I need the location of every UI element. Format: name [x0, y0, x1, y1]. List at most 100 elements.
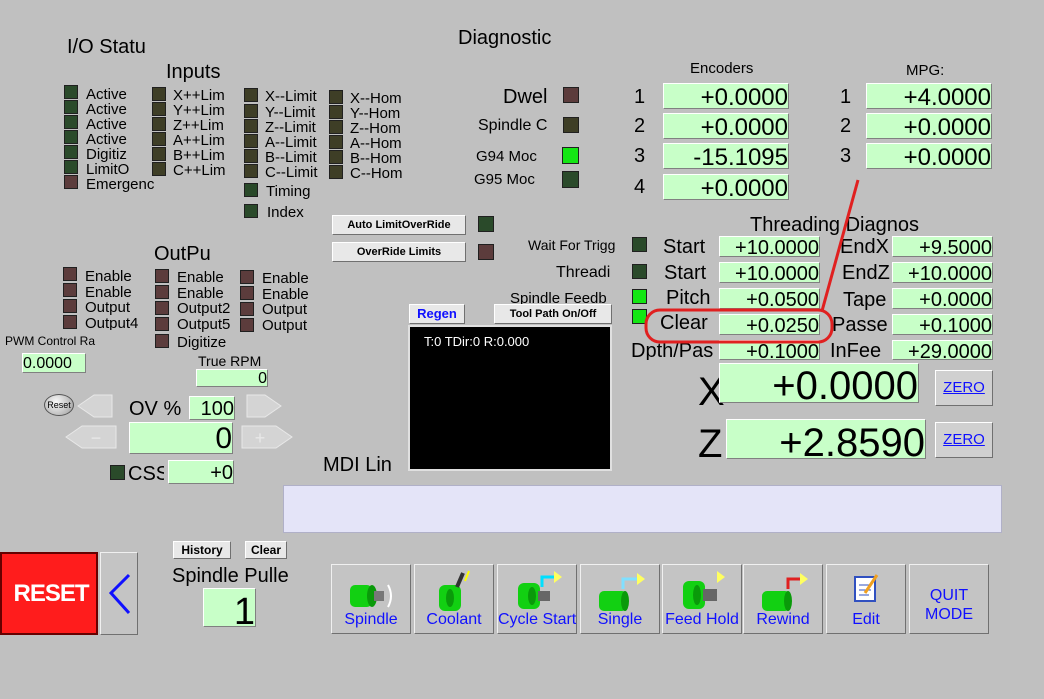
mdi-label: MDI Lin: [323, 454, 392, 476]
dwell-label: Dwel: [503, 86, 548, 108]
output-led: [240, 302, 254, 316]
zero-z-button[interactable]: ZERO: [935, 422, 993, 458]
toolpath-readout: T:0 TDir:0 R:0.000: [424, 334, 530, 349]
x-axis-dro[interactable]: +0.0000: [719, 363, 919, 403]
input-led: [152, 87, 166, 101]
thread-taper-value: +0.0000: [892, 288, 993, 309]
input-led: [329, 150, 343, 164]
mpg-value: +0.0000: [866, 113, 992, 139]
output-led: [63, 283, 77, 297]
input-led: [329, 165, 343, 179]
input-led: [244, 119, 258, 133]
inputs-title: Inputs: [166, 61, 221, 83]
output-led: [240, 270, 254, 284]
input-label: X--Limit: [265, 88, 317, 105]
feed-hold-button[interactable]: Feed Hold: [662, 564, 742, 634]
spindle-cw-label: Spindle C: [478, 117, 548, 134]
cycle-start-icon: [518, 571, 562, 609]
index-label: Index: [267, 204, 304, 221]
annotation-line: [820, 179, 860, 312]
encoders-title: Encoders: [690, 60, 754, 77]
toolpath-toggle-button[interactable]: Tool Path On/Off: [494, 304, 612, 324]
input-led: [244, 134, 258, 148]
output-led: [155, 269, 169, 283]
back-button[interactable]: [100, 552, 138, 635]
output-label: Output2: [177, 300, 231, 317]
spindle-pulley-value: 1: [203, 588, 256, 627]
ov-percent-label: OV %: [129, 398, 182, 420]
thread-passes-value: +0.1000: [892, 314, 993, 335]
output-led: [155, 285, 169, 299]
input-led: [244, 88, 258, 102]
input-led: [64, 100, 78, 114]
regen-button[interactable]: Regen: [409, 304, 465, 324]
mpg-index: 2: [840, 115, 852, 137]
edit-button[interactable]: Edit: [826, 564, 906, 634]
spindle-plus-button[interactable]: +: [240, 424, 294, 450]
spindle-pulley-label: Spindle Pulle: [172, 565, 289, 587]
quit-mode-line1: QUIT: [929, 587, 969, 604]
spindle-button-label: Spindle: [344, 611, 398, 628]
output-label: Output: [262, 301, 308, 318]
reset-override-button[interactable]: Reset: [44, 394, 74, 416]
timing-label: Timing: [266, 183, 311, 199]
auto-limit-override-button[interactable]: Auto LimitOverRide: [332, 215, 466, 235]
input-led: [64, 145, 78, 159]
input-led: [329, 135, 343, 149]
encoder-index: 1: [634, 86, 646, 108]
auto-limit-override-led: [478, 216, 494, 232]
reset-button[interactable]: RESET: [0, 552, 98, 635]
z-axis-dro[interactable]: +2.8590: [726, 419, 926, 459]
g94-label: G94 Moc: [476, 148, 537, 165]
output-label: Output5: [177, 316, 231, 333]
chevron-left-icon: [108, 573, 131, 615]
single-block-button[interactable]: Single: [580, 564, 660, 634]
output-led: [63, 267, 77, 281]
coolant-button-label: Coolant: [426, 611, 482, 628]
input-led: [64, 160, 78, 174]
output-label: Enable: [262, 270, 309, 287]
true-rpm-value: 0: [196, 369, 268, 387]
g95-led: [562, 171, 579, 188]
cycle-start-button[interactable]: Cycle Start: [497, 564, 577, 634]
spindle-override-value: 0: [129, 422, 233, 454]
history-button[interactable]: History: [173, 541, 231, 559]
output-label: Output: [262, 317, 308, 334]
ov-percent-value: 100: [189, 396, 235, 420]
z-axis-label: Z: [698, 422, 723, 464]
thread-infeed-value: +29.0000: [892, 340, 993, 360]
clear-history-button[interactable]: Clear: [245, 541, 287, 559]
ov-increase-arrow[interactable]: [245, 393, 283, 419]
threading-label: Threadi: [556, 264, 611, 281]
wait-for-trigger-label: Wait For Trigg: [528, 237, 616, 253]
input-led: [64, 130, 78, 144]
output-label: Output4: [85, 315, 139, 330]
input-led: [64, 115, 78, 129]
index-led: [244, 204, 258, 218]
mpg-value: +0.0000: [866, 143, 992, 169]
dwell-led: [563, 87, 579, 103]
zero-x-button[interactable]: ZERO: [935, 370, 993, 406]
ov-decrease-arrow[interactable]: [76, 393, 114, 419]
override-limits-button[interactable]: OverRide Limits: [332, 242, 466, 262]
svg-text:+: +: [255, 428, 266, 448]
rewind-button[interactable]: Rewind: [743, 564, 823, 634]
output-led: [155, 334, 169, 348]
output-led: [240, 286, 254, 300]
spindle-minus-button[interactable]: −: [64, 424, 118, 450]
mpg-index: 3: [840, 145, 852, 167]
encoder-value: -15.1095: [663, 143, 789, 169]
toolpath-display[interactable]: T:0 TDir:0 R:0.000: [408, 325, 612, 471]
quit-mode-button[interactable]: QUIT MODE: [909, 564, 989, 634]
annotation-ellipse: [644, 308, 834, 344]
coolant-button[interactable]: Coolant: [414, 564, 494, 634]
spindle-button[interactable]: Spindle: [331, 564, 411, 634]
css-label: CSS: [128, 463, 164, 485]
encoder-index: 3: [634, 145, 646, 167]
mdi-input[interactable]: [283, 485, 1002, 533]
g95-label: G95 Moc: [474, 171, 535, 188]
g94-led: [562, 147, 579, 164]
input-led: [152, 102, 166, 116]
input-led: [244, 149, 258, 163]
output-led: [155, 301, 169, 315]
